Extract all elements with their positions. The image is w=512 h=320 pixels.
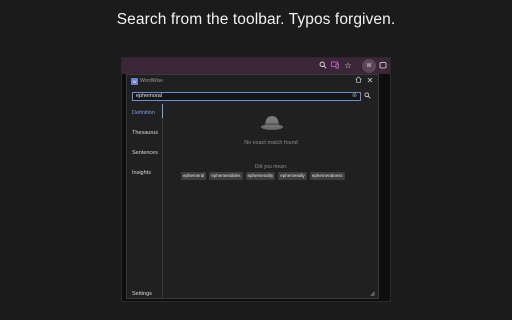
close-icon[interactable]: ✕ xyxy=(365,76,375,86)
sidebar-item-definition[interactable]: Definition xyxy=(132,109,155,117)
sidebar: Definition Thesaurus Sentences Insights … xyxy=(127,103,163,298)
active-tab-indicator xyxy=(162,104,163,118)
home-icon[interactable] xyxy=(353,76,363,86)
did-you-mean-label: Did you mean: xyxy=(254,164,288,170)
browser-toolbar: ☆ W xyxy=(122,58,390,74)
suggestion-chip[interactable]: ephemeral xyxy=(181,172,207,180)
devices-icon[interactable] xyxy=(330,61,340,71)
star-icon[interactable]: ☆ xyxy=(343,61,353,71)
avatar[interactable]: W xyxy=(362,59,376,73)
search-button[interactable] xyxy=(363,92,372,101)
suggestion-chip[interactable]: ephemerality xyxy=(245,172,276,180)
results-panel: No exact match found Did you mean: ephem… xyxy=(164,103,378,298)
sidebar-item-sentences[interactable]: Sentences xyxy=(132,149,158,157)
no-match-message: No exact match found xyxy=(244,140,298,146)
popup-header: W WordWise ✕ xyxy=(127,75,378,88)
browser-window: ☆ W W WordWise ✕ ephemoral ⊗ Definition … xyxy=(121,57,391,302)
sidebar-item-thesaurus[interactable]: Thesaurus xyxy=(132,129,158,137)
clear-search-icon[interactable]: ⊗ xyxy=(351,93,358,100)
resize-handle-icon[interactable]: ◢ xyxy=(370,291,376,297)
suggestion-list: ephemeral ephemeralities ephemerality ep… xyxy=(181,172,345,180)
sidebar-item-settings[interactable]: Settings xyxy=(132,290,152,298)
suggestion-chip[interactable]: ephemerally xyxy=(278,172,307,180)
sidebar-item-insights[interactable]: Insights xyxy=(132,169,151,177)
suggestion-chip[interactable]: ephemeralities xyxy=(209,172,243,180)
app-name: WordWise xyxy=(140,78,163,84)
search-input[interactable]: ephemoral xyxy=(132,92,361,101)
extensions-icon[interactable] xyxy=(378,61,388,71)
suggestion-chip[interactable]: ephemeralness xyxy=(309,172,345,180)
app-logo-icon: W xyxy=(131,78,138,85)
headline: Search from the toolbar. Typos forgiven. xyxy=(116,11,396,28)
extension-popup: W WordWise ✕ ephemoral ⊗ Definition Thes… xyxy=(126,74,379,299)
detective-hat-icon xyxy=(260,112,284,132)
magnifier-icon[interactable] xyxy=(318,61,328,71)
